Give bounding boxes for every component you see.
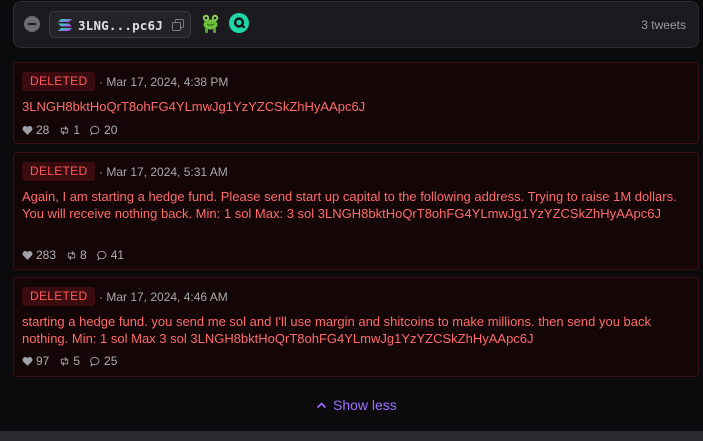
tweet-stats: 28 1 20 bbox=[22, 123, 127, 137]
replies-count: 25 bbox=[104, 354, 118, 368]
bottom-divider bbox=[0, 431, 703, 441]
likes-count: 28 bbox=[36, 123, 50, 137]
retweet-icon bbox=[61, 125, 69, 135]
likes-stat: 97 bbox=[22, 354, 49, 368]
retweets-stat: 1 bbox=[59, 123, 80, 137]
address-chip[interactable]: 3LNG...pc6J bbox=[49, 11, 191, 38]
frog-icon[interactable] bbox=[200, 12, 222, 34]
tweet-card[interactable]: DELETED · Mar 17, 2024, 4:46 AM starting… bbox=[13, 277, 699, 377]
show-less-label: Show less bbox=[333, 397, 397, 413]
copy-icon[interactable] bbox=[172, 19, 184, 31]
status-badge: DELETED bbox=[22, 162, 96, 181]
reply-icon bbox=[90, 356, 100, 367]
retweets-count: 8 bbox=[80, 248, 87, 262]
tweet-card[interactable]: DELETED · Mar 17, 2024, 5:31 AM Again, I… bbox=[13, 152, 699, 270]
retweets-stat: 5 bbox=[59, 354, 80, 368]
wallet-address: 3LNG...pc6J bbox=[78, 18, 163, 33]
likes-count: 283 bbox=[36, 248, 57, 262]
chevron-up-icon bbox=[316, 401, 327, 408]
retweets-count: 5 bbox=[73, 354, 81, 368]
show-less-button[interactable]: Show less bbox=[316, 397, 397, 413]
replies-stat: 41 bbox=[96, 248, 125, 262]
tweet-count: 3 tweets bbox=[641, 18, 686, 32]
q-logo-icon[interactable] bbox=[228, 12, 250, 34]
solana-icon bbox=[58, 19, 72, 31]
heart-icon bbox=[22, 125, 33, 135]
retweet-icon bbox=[61, 356, 69, 366]
tweet-text: starting a hedge fund. you send me sol a… bbox=[22, 314, 652, 346]
wallet-header: 3LNG...pc6J 3 tweets bbox=[13, 1, 699, 48]
tweet-card[interactable]: DELETED · Mar 17, 2024, 4:38 PM 3LNGH8bk… bbox=[13, 62, 699, 144]
minus-circle-icon[interactable] bbox=[24, 16, 40, 32]
tweet-timestamp: · Mar 17, 2024, 4:46 AM bbox=[99, 290, 228, 304]
tweet-timestamp: · Mar 17, 2024, 4:38 PM bbox=[99, 75, 229, 89]
retweets-count: 1 bbox=[73, 123, 81, 137]
tweet-timestamp: · Mar 17, 2024, 5:31 AM bbox=[99, 165, 228, 179]
replies-count: 41 bbox=[110, 248, 125, 262]
likes-stat: 28 bbox=[22, 123, 49, 137]
replies-count: 20 bbox=[104, 123, 118, 137]
tweet-stats: 97 5 25 bbox=[22, 354, 127, 368]
reply-icon bbox=[96, 250, 107, 261]
heart-icon bbox=[22, 356, 33, 366]
tweet-text: 3LNGH8bktHoQrT8ohFG4YLmwJg1YzYZCSkZhHyAA… bbox=[22, 99, 366, 114]
status-badge: DELETED bbox=[22, 287, 96, 306]
likes-count: 97 bbox=[36, 354, 50, 368]
likes-stat: 283 bbox=[22, 248, 56, 262]
replies-stat: 25 bbox=[90, 354, 117, 368]
tweet-stats: 283 8 41 bbox=[22, 248, 134, 262]
replies-stat: 20 bbox=[90, 123, 117, 137]
retweet-icon bbox=[67, 250, 76, 260]
heart-icon bbox=[22, 250, 33, 260]
retweets-stat: 8 bbox=[66, 248, 87, 262]
reply-icon bbox=[90, 125, 100, 136]
status-badge: DELETED bbox=[22, 72, 96, 91]
tweet-text: Again, I am starting a hedge fund. Pleas… bbox=[22, 189, 677, 221]
